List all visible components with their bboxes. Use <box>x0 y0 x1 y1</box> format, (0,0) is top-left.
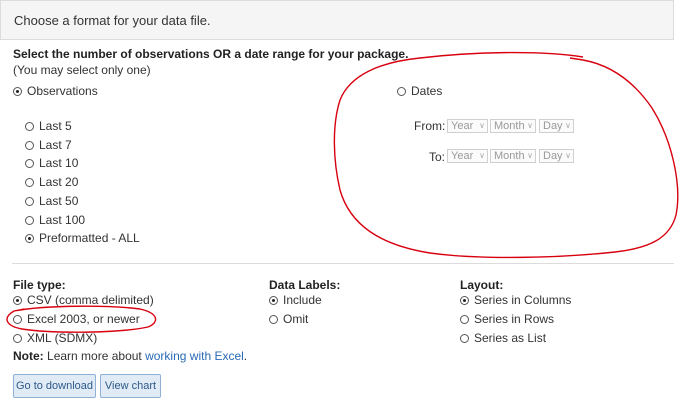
include-label: Include <box>283 293 322 307</box>
layout-heading: Layout: <box>460 278 504 292</box>
excel-label: Excel 2003, or newer <box>27 312 140 326</box>
from-month-value: Month <box>494 120 525 132</box>
last-10-radio[interactable] <box>25 159 34 168</box>
to-day-value: Day <box>543 150 563 162</box>
note-label: Note: <box>13 349 44 363</box>
header-title: Choose a format for your data file. <box>14 13 211 28</box>
observations-radio[interactable] <box>13 87 22 96</box>
series-in-columns-radio[interactable] <box>460 296 469 305</box>
include-radio[interactable] <box>269 296 278 305</box>
range-subheading: (You may select only one) <box>13 63 151 77</box>
dates-radio[interactable] <box>397 87 406 96</box>
from-day-value: Day <box>543 120 563 132</box>
series-in-rows-label: Series in Rows <box>474 312 555 326</box>
preformatted-all-label: Preformatted - ALL <box>39 231 140 245</box>
file-type-heading: File type: <box>13 278 66 292</box>
to-month-select[interactable]: Month ∨ <box>490 149 536 163</box>
last-20-radio[interactable] <box>25 178 34 187</box>
preformatted-all-radio[interactable] <box>25 234 34 243</box>
to-year-select[interactable]: Year ∨ <box>447 149 488 163</box>
to-month-value: Month <box>494 150 525 162</box>
range-heading: Select the number of observations OR a d… <box>13 47 409 61</box>
last-50-radio[interactable] <box>25 197 34 206</box>
series-in-rows-radio[interactable] <box>460 315 469 324</box>
xml-radio[interactable] <box>13 334 22 343</box>
working-with-excel-link[interactable]: working with Excel <box>145 349 244 363</box>
note-text: Note: Learn more about working with Exce… <box>13 349 247 363</box>
last-100-radio[interactable] <box>25 216 34 225</box>
csv-label: CSV (comma delimited) <box>27 293 154 307</box>
last-20-label: Last 20 <box>39 175 79 189</box>
note-end: . <box>243 349 248 363</box>
chevron-down-icon: ∨ <box>479 151 485 160</box>
series-as-list-radio[interactable] <box>460 334 469 343</box>
last-10-label: Last 10 <box>39 156 79 170</box>
omit-radio[interactable] <box>269 315 278 324</box>
xml-label: XML (SDMX) <box>27 331 98 345</box>
observations-label: Observations <box>27 84 98 98</box>
format-header: Choose a format for your data file. <box>0 0 674 40</box>
section-divider <box>12 263 674 264</box>
series-in-columns-label: Series in Columns <box>474 293 572 307</box>
data-labels-heading: Data Labels: <box>269 278 341 292</box>
chevron-down-icon: ∨ <box>527 151 533 160</box>
last-100-label: Last 100 <box>39 213 86 227</box>
csv-radio[interactable] <box>13 296 22 305</box>
to-label: To: <box>429 150 446 164</box>
last-5-radio[interactable] <box>25 122 34 131</box>
from-day-select[interactable]: Day ∨ <box>539 119 574 133</box>
from-year-select[interactable]: Year ∨ <box>447 119 488 133</box>
chevron-down-icon: ∨ <box>527 121 533 130</box>
last-5-label: Last 5 <box>39 119 72 133</box>
last-7-radio[interactable] <box>25 141 34 150</box>
view-chart-button[interactable]: View chart <box>100 374 161 398</box>
chevron-down-icon: ∨ <box>565 121 571 130</box>
to-year-value: Year <box>451 150 474 162</box>
note-body: Learn more about <box>47 349 142 363</box>
last-7-label: Last 7 <box>39 138 72 152</box>
to-day-select[interactable]: Day ∨ <box>539 149 574 163</box>
excel-radio[interactable] <box>13 315 22 324</box>
from-year-value: Year <box>451 120 474 132</box>
from-label: From: <box>414 119 446 133</box>
chevron-down-icon: ∨ <box>565 151 571 160</box>
go-to-download-button[interactable]: Go to download <box>13 374 96 398</box>
omit-label: Omit <box>283 312 309 326</box>
last-50-label: Last 50 <box>39 194 79 208</box>
chevron-down-icon: ∨ <box>479 121 485 130</box>
series-as-list-label: Series as List <box>474 331 547 345</box>
from-month-select[interactable]: Month ∨ <box>490 119 536 133</box>
dates-label: Dates <box>411 84 443 98</box>
